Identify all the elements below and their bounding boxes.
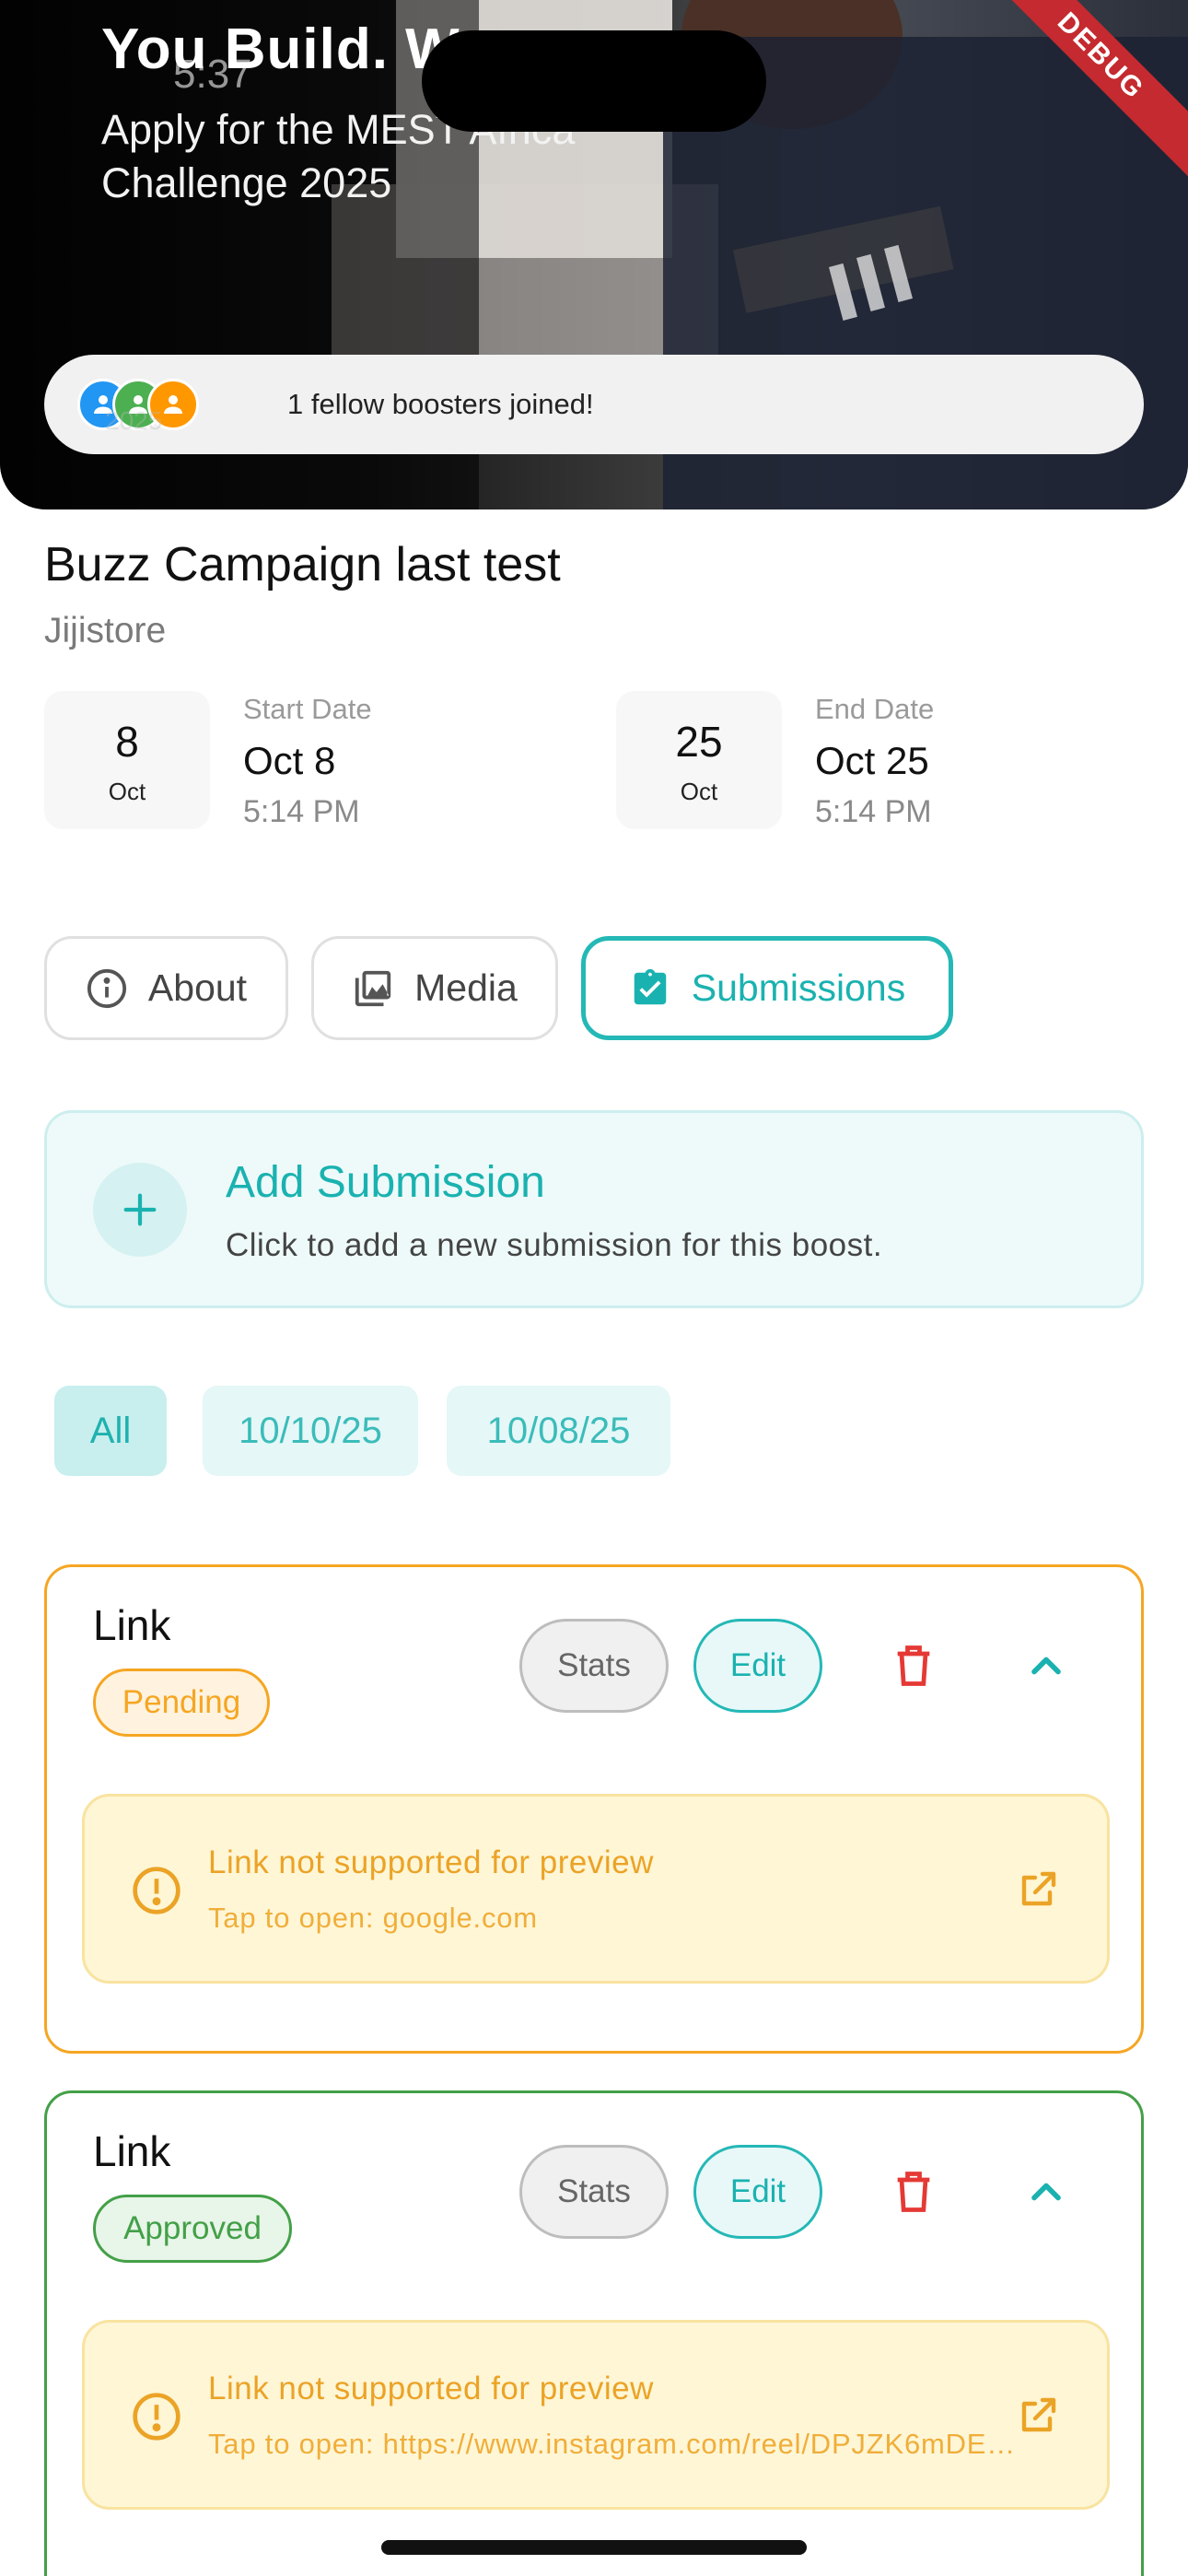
info-icon <box>87 968 127 1008</box>
submission-title: Link <box>93 2127 171 2175</box>
open-external-icon[interactable] <box>1017 2393 1061 2437</box>
hero-banner: 5:37 You Build. W Apply for the MEST Afr… <box>0 0 1188 509</box>
end-time-value: 5:14 PM <box>815 794 932 829</box>
status-badge: Approved <box>93 2195 292 2263</box>
delete-button[interactable] <box>885 1637 942 1694</box>
open-external-icon[interactable] <box>1017 1867 1061 1911</box>
boosters-text: 1 fellow boosters joined! <box>287 388 594 420</box>
delete-button[interactable] <box>885 2163 942 2220</box>
add-submission-card[interactable]: Add Submission Click to add a new submis… <box>44 1110 1144 1308</box>
dynamic-island <box>422 30 766 132</box>
campaign-organization: Jijistore <box>44 611 167 650</box>
status-badge: Pending <box>93 1669 270 1737</box>
add-submission-description: Click to add a new submission for this b… <box>226 1227 883 1263</box>
chevron-up-icon <box>1031 1657 1061 1675</box>
hero-title: You Build. W <box>101 18 460 81</box>
edit-button[interactable]: Edit <box>693 2145 822 2239</box>
tab-submissions-label: Submissions <box>691 966 906 1009</box>
tab-media[interactable]: Media <box>311 936 558 1040</box>
preview-url: Tap to open: google.com <box>208 1902 538 1934</box>
boosters-shadow-text: 2025 <box>105 406 163 435</box>
edit-button[interactable]: Edit <box>693 1619 822 1713</box>
add-icon <box>93 1163 187 1257</box>
warning-icon <box>133 2393 181 2441</box>
home-indicator[interactable] <box>381 2540 807 2555</box>
submission-card: Link Approved Stats Edit Link not suppor… <box>44 2090 1144 2576</box>
campaign-title: Buzz Campaign last test <box>44 538 561 591</box>
chevron-up-icon <box>1031 2183 1061 2201</box>
end-date-info: End Date Oct 25 5:14 PM <box>815 693 934 830</box>
trash-icon <box>897 2172 930 2212</box>
tab-about-label: About <box>147 966 248 1009</box>
filter-chip-all[interactable]: All <box>54 1386 167 1476</box>
start-time-value: 5:14 PM <box>243 794 360 829</box>
end-date-value: Oct 25 <box>815 739 929 782</box>
photo-library-icon <box>355 970 391 1006</box>
warning-icon <box>133 1867 181 1914</box>
start-date-info: Start Date Oct 8 5:14 PM <box>243 693 372 830</box>
clipboard-check-icon <box>634 968 667 1004</box>
add-submission-title: Add Submission <box>226 1158 545 1207</box>
stats-button[interactable]: Stats <box>519 2145 669 2239</box>
start-date-label: Start Date <box>243 693 372 725</box>
submission-card: Link Pending Stats Edit Link not support… <box>44 1564 1144 2054</box>
start-date-box: 8 Oct <box>44 691 210 829</box>
link-preview[interactable]: Link not supported for preview Tap to op… <box>82 2320 1110 2510</box>
boosters-pill[interactable]: 1 fellow boosters joined! <box>44 355 1144 454</box>
end-date-box: 25 Oct <box>616 691 782 829</box>
preview-url: Tap to open: https://www.instagram.com/r… <box>208 2428 1019 2460</box>
filter-chip-date[interactable]: 10/08/25 <box>447 1386 670 1476</box>
preview-title: Link not supported for preview <box>208 2371 654 2406</box>
end-month: Oct <box>680 778 718 805</box>
stats-button[interactable]: Stats <box>519 1619 669 1713</box>
collapse-button[interactable] <box>1018 1637 1075 1694</box>
preview-title: Link not supported for preview <box>208 1844 654 1880</box>
filter-chip-date[interactable]: 10/10/25 <box>203 1386 418 1476</box>
end-day: 25 <box>675 718 723 766</box>
start-date-value: Oct 8 <box>243 739 336 782</box>
tab-media-label: Media <box>414 966 518 1009</box>
start-day: 8 <box>115 718 139 766</box>
submission-title: Link <box>93 1601 171 1649</box>
tab-submissions[interactable]: Submissions <box>581 936 953 1040</box>
collapse-button[interactable] <box>1018 2163 1075 2220</box>
link-preview[interactable]: Link not supported for preview Tap to op… <box>82 1794 1110 1984</box>
start-month: Oct <box>108 778 146 805</box>
end-date-label: End Date <box>815 693 935 725</box>
tab-about[interactable]: About <box>44 936 288 1040</box>
trash-icon <box>897 1645 930 1686</box>
